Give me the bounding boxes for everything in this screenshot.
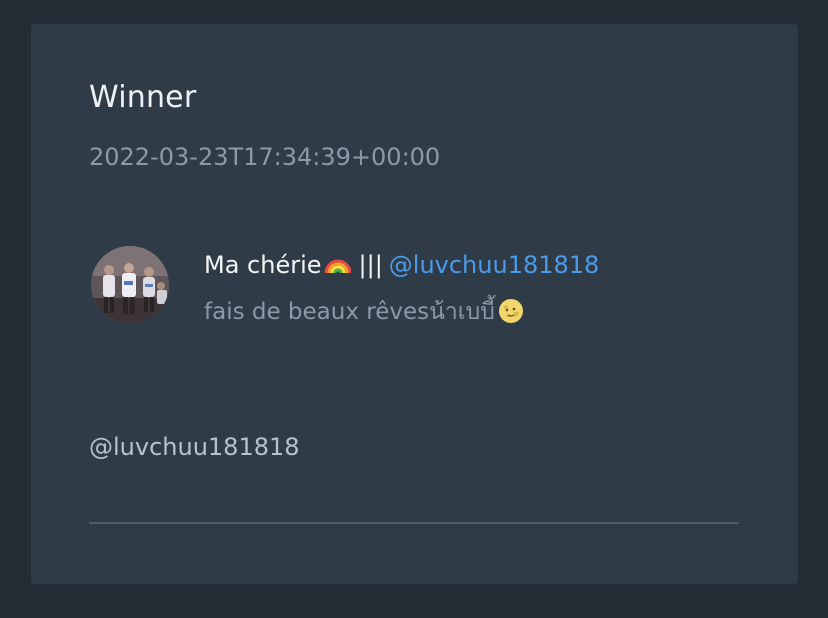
timestamp: 2022-03-23T17:34:39+00:00	[89, 143, 441, 171]
handle-link[interactable]: @luvchuu181818	[389, 251, 600, 279]
separator: |||	[358, 251, 383, 279]
winner-card: Winner 2022-03-23T17:34:39+00:00 Ma chér…	[31, 24, 798, 584]
entry-header: Ma chérie ||| @luvchuu181818	[204, 249, 599, 279]
bio-text: fais de beaux rêvesน้าเบบี้	[204, 299, 495, 325]
entry-bio: fais de beaux rêvesน้าเบบี้	[204, 294, 525, 330]
avatar[interactable]	[91, 246, 169, 324]
mention-text[interactable]: @luvchuu181818	[89, 433, 300, 461]
entry-name: Ma chérie	[204, 251, 322, 279]
rainbow-icon	[323, 249, 352, 277]
divider	[89, 522, 739, 524]
moon-face-icon	[497, 297, 525, 325]
card-title: Winner	[89, 80, 197, 115]
avatar-image	[91, 246, 169, 324]
